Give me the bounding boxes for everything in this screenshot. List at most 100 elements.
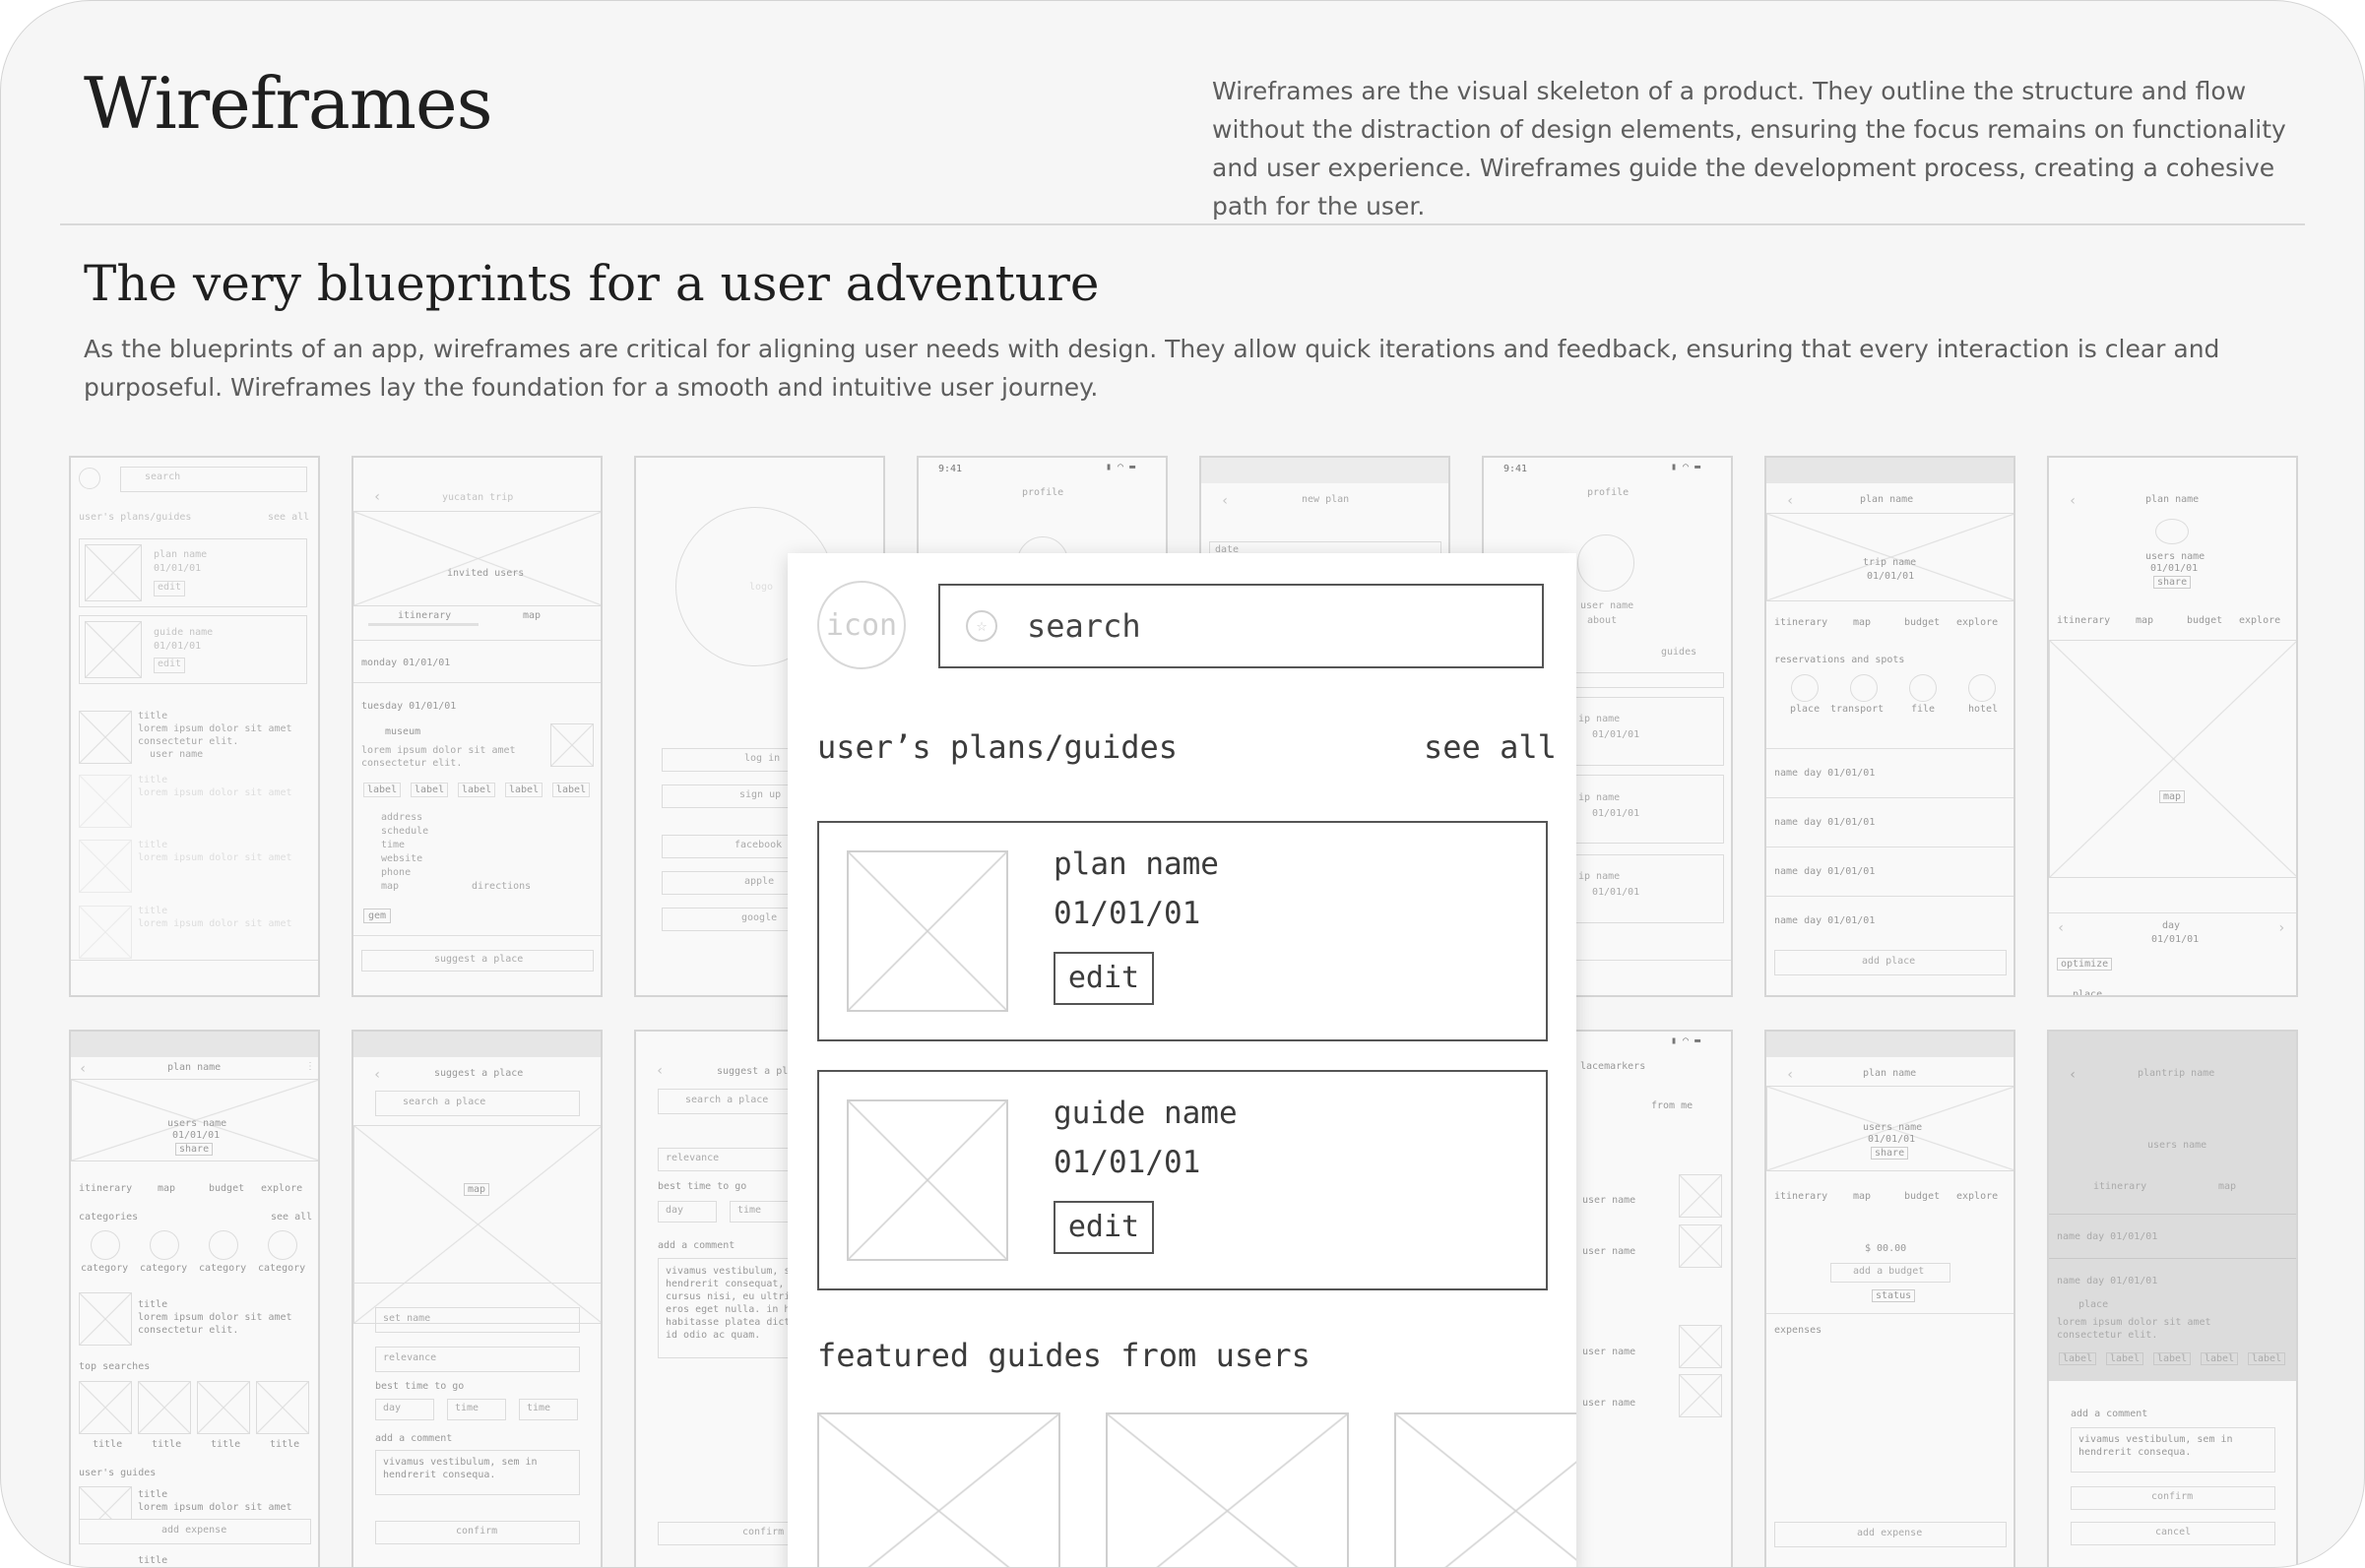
image-placeholder — [85, 544, 142, 601]
tab-itinerary: itinerary — [79, 1183, 133, 1194]
item-title: title — [138, 906, 168, 916]
tab-explore: explore — [1956, 1191, 1999, 1202]
item-text: consectetur elit. — [138, 1325, 239, 1336]
guide-card[interactable]: guide name 01/01/01 edit — [817, 1070, 1548, 1290]
comment-label: add a comment — [375, 1433, 453, 1444]
label-chip: label — [505, 783, 543, 797]
comment-text: vivamus vestibulum, se — [666, 1266, 797, 1277]
item-text: lorem ipsum dolor sit amet — [138, 723, 292, 734]
back-icon: ‹ — [2069, 1067, 2077, 1083]
divider — [2049, 1214, 2296, 1215]
status-time: 9:41 — [1503, 464, 1528, 474]
optimize-chip: optimize — [2057, 958, 2113, 971]
image-placeholder — [79, 775, 132, 828]
section-description: As the blueprints of an app, wireframes … — [84, 335, 2220, 402]
plan-name: plan name — [1054, 847, 1219, 882]
label-chip: label — [363, 783, 402, 797]
back-icon: ‹ — [373, 1067, 382, 1083]
time-label: time — [737, 1205, 762, 1216]
edit-plan-button[interactable]: edit — [1054, 952, 1154, 1005]
divider — [353, 1283, 601, 1284]
featured-guide-thumbnail[interactable] — [817, 1412, 1060, 1567]
users-name: users name — [1863, 1122, 1923, 1133]
avatar-icon[interactable]: icon — [817, 581, 906, 669]
plan-title: plan name — [2145, 494, 2200, 505]
item-title: title — [138, 1555, 168, 1566]
tabbar-divider — [71, 960, 318, 961]
search-input[interactable]: ☆ search — [938, 584, 1544, 668]
place-text: consectetur elit. — [2057, 1330, 2158, 1341]
divider — [2049, 1258, 2296, 1259]
profile-title: profile — [1587, 487, 1630, 498]
see-all-link[interactable]: see all — [1424, 728, 1557, 766]
info-time: time — [381, 840, 406, 850]
more-icon: ⋮ — [305, 1061, 315, 1072]
edit-guide-button[interactable]: edit — [1054, 1201, 1154, 1254]
image-placeholder — [79, 711, 132, 764]
item-text: lorem ipsum dolor sit amet — [138, 918, 292, 929]
day-row: name day 01/01/01 — [1774, 768, 1876, 779]
category-label: category — [140, 1263, 188, 1274]
search-label: search a place — [403, 1097, 486, 1107]
day-row: name day 01/01/01 — [1774, 866, 1876, 877]
category-circle — [91, 1230, 120, 1260]
users-name: users name — [167, 1118, 227, 1129]
featured-wireframe: icon ☆ search user’s plans/guides see al… — [788, 553, 1576, 1567]
category-circle — [268, 1230, 297, 1260]
item-title: title — [138, 711, 168, 721]
place-text: lorem ipsum dolor sit amet — [2057, 1317, 2211, 1328]
comment-label: add a comment — [2071, 1409, 2148, 1419]
add-expense-label: add expense — [1857, 1528, 1923, 1538]
trip-name: ip name — [1578, 792, 1621, 803]
item-title: title — [138, 1489, 168, 1500]
tab-itinerary: itinerary — [398, 610, 452, 621]
tab-budget: budget — [1904, 1191, 1941, 1202]
guide-name: guide name — [154, 627, 214, 638]
suggest-title: suggest a pla — [717, 1066, 795, 1077]
featured-guide-thumbnail[interactable] — [1394, 1412, 1576, 1567]
comment-text: hendrerit consequa. — [383, 1470, 496, 1480]
plan-image-placeholder — [847, 850, 1008, 1012]
time-label: time — [527, 1403, 551, 1413]
divider — [1766, 748, 2013, 749]
plan-card[interactable]: plan name 01/01/01 edit — [817, 821, 1548, 1041]
item-title: title — [138, 775, 168, 785]
info-map: map — [381, 881, 400, 892]
divider — [1766, 1313, 2013, 1314]
info-schedule: schedule — [381, 826, 429, 837]
status-bar — [1201, 458, 1448, 483]
next-icon: › — [2277, 920, 2286, 936]
category-hotel: hotel — [1968, 704, 1999, 715]
back-icon: ‹ — [2069, 493, 2077, 509]
image-placeholder — [1679, 1325, 1722, 1368]
image-placeholder — [79, 840, 132, 893]
signup-label: sign up — [739, 789, 782, 800]
plan-date: 01/01/01 — [1868, 1134, 1916, 1145]
divider — [353, 640, 601, 641]
featured-guide-thumbnail[interactable] — [1106, 1412, 1349, 1567]
tab-map: map — [1853, 1191, 1872, 1202]
category-label: category — [81, 1263, 129, 1274]
map-chip: map — [2159, 790, 2186, 803]
wireframe-plan-itinerary: ‹ plan name trip name 01/01/01 itinerary… — [1764, 456, 2015, 997]
plan-date: 01/01/01 — [2150, 563, 2199, 574]
confirm-label: confirm — [456, 1526, 498, 1537]
share-chip: share — [1871, 1147, 1909, 1160]
plan-title: plantrip name — [2138, 1068, 2215, 1079]
intro-paragraph: Wireframes are the visual skeleton of a … — [1212, 77, 2286, 220]
category-circle — [1850, 674, 1878, 702]
info-website: website — [381, 853, 423, 864]
user-name: user name — [1582, 1347, 1636, 1357]
info-directions: directions — [472, 881, 532, 892]
status-icons: ▮ ◠ ▬ — [1106, 462, 1136, 472]
relevance-label: relevance — [666, 1153, 720, 1163]
relevance-label: relevance — [383, 1352, 437, 1363]
status-time: 9:41 — [938, 464, 963, 474]
image-placeholder — [550, 723, 594, 767]
see-all-label: see all — [268, 512, 310, 523]
category-circle — [1791, 674, 1819, 702]
tab-itinerary: itinerary — [1774, 617, 1828, 628]
section-title: The very blueprints for a user adventure — [84, 255, 1100, 312]
label-chip: label — [411, 783, 449, 797]
user-name: user name — [1582, 1398, 1636, 1409]
